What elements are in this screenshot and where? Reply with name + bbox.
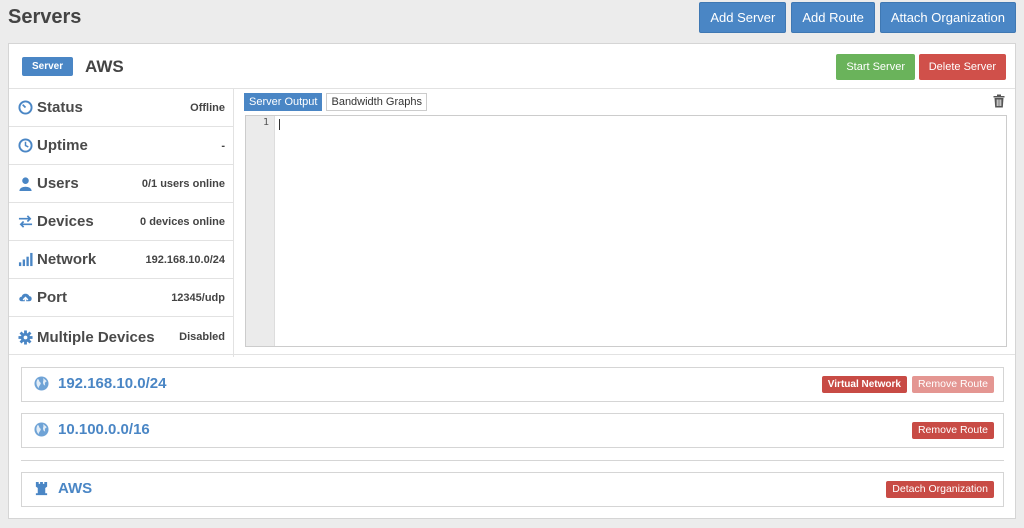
route-row: 10.100.0.0/16 Remove Route bbox=[21, 413, 1004, 448]
info-value-devices: 0 devices online bbox=[140, 215, 225, 228]
detach-organization-button[interactable]: Detach Organization bbox=[886, 481, 994, 498]
divider bbox=[9, 354, 1015, 355]
organization-row: AWS Detach Organization bbox=[21, 472, 1004, 507]
info-row-network: Network 192.168.10.0/24 bbox=[9, 241, 234, 279]
output-panel: Server Output Bandwidth Graphs 1 bbox=[244, 93, 1008, 348]
add-server-button[interactable]: Add Server bbox=[699, 2, 787, 33]
page-title: Servers bbox=[8, 6, 82, 28]
server-header: Server AWS Start Server Delete Server bbox=[9, 44, 1015, 89]
info-label-devices: Devices bbox=[37, 213, 94, 230]
info-value-port: 12345/udp bbox=[171, 291, 225, 304]
output-editor[interactable]: 1 bbox=[245, 115, 1007, 347]
info-label-network: Network bbox=[37, 251, 97, 268]
info-value-multiple-devices: Disabled bbox=[179, 331, 225, 343]
remove-route-button[interactable]: Remove Route bbox=[911, 376, 994, 393]
info-row-users: Users 0/1 users online bbox=[9, 165, 234, 203]
server-badge: Server bbox=[22, 57, 74, 76]
server-card: Server AWS Start Server Delete Server St… bbox=[8, 43, 1016, 519]
top-actions: Add Server Add Route Attach Organization bbox=[699, 2, 1016, 33]
editor-gutter: 1 bbox=[246, 116, 275, 346]
route-network-label[interactable]: 192.168.10.0/24 bbox=[58, 375, 166, 392]
info-label-users: Users bbox=[37, 175, 79, 192]
virtual-network-badge: Virtual Network bbox=[821, 376, 907, 393]
signal-bars-icon bbox=[18, 252, 33, 267]
cloud-upload-icon bbox=[19, 293, 32, 305]
server-info-table: Status Offline Uptime - Users 0/1 users … bbox=[9, 89, 234, 357]
line-number: 1 bbox=[262, 117, 269, 128]
info-label-uptime: Uptime bbox=[37, 137, 88, 154]
globe-icon bbox=[34, 422, 49, 437]
transfer-icon bbox=[18, 215, 33, 228]
info-value-users: 0/1 users online bbox=[141, 177, 225, 190]
info-label-multiple-devices: Multiple Devices bbox=[37, 328, 155, 346]
start-server-button[interactable]: Start Server bbox=[836, 54, 915, 80]
info-row-port: Port 12345/udp bbox=[9, 279, 234, 317]
info-value-uptime: - bbox=[221, 139, 225, 152]
route-row: 192.168.10.0/24 Virtual Network Remove R… bbox=[21, 367, 1004, 402]
info-value-status: Offline bbox=[190, 101, 225, 114]
remove-route-button[interactable]: Remove Route bbox=[911, 422, 994, 439]
route-network-label[interactable]: 10.100.0.0/16 bbox=[58, 421, 150, 438]
attach-organization-button[interactable]: Attach Organization bbox=[879, 2, 1016, 33]
info-label-port: Port bbox=[37, 289, 67, 306]
globe-icon bbox=[34, 376, 49, 391]
delete-server-button[interactable]: Delete Server bbox=[918, 54, 1006, 80]
info-label-status: Status bbox=[37, 99, 83, 116]
info-row-devices: Devices 0 devices online bbox=[9, 203, 234, 241]
tab-bandwidth-graphs[interactable]: Bandwidth Graphs bbox=[326, 93, 427, 111]
gear-icon bbox=[18, 329, 33, 345]
organization-name[interactable]: AWS bbox=[58, 480, 92, 497]
info-row-status: Status Offline bbox=[9, 89, 234, 127]
castle-icon bbox=[35, 481, 48, 496]
output-tabs: Server Output Bandwidth Graphs bbox=[244, 93, 1008, 112]
clock-icon bbox=[18, 138, 33, 153]
divider bbox=[21, 460, 1004, 461]
gauge-icon bbox=[18, 100, 33, 115]
tab-server-output[interactable]: Server Output bbox=[244, 93, 323, 111]
info-row-uptime: Uptime - bbox=[9, 127, 234, 165]
trash-icon[interactable] bbox=[993, 94, 1005, 108]
info-value-network: 192.168.10.0/24 bbox=[145, 253, 225, 266]
text-cursor bbox=[279, 119, 280, 130]
user-icon bbox=[19, 177, 32, 191]
info-row-multiple-devices: Multiple Devices Disabled bbox=[9, 317, 234, 357]
add-route-button[interactable]: Add Route bbox=[791, 2, 875, 33]
server-name[interactable]: AWS bbox=[85, 56, 124, 78]
